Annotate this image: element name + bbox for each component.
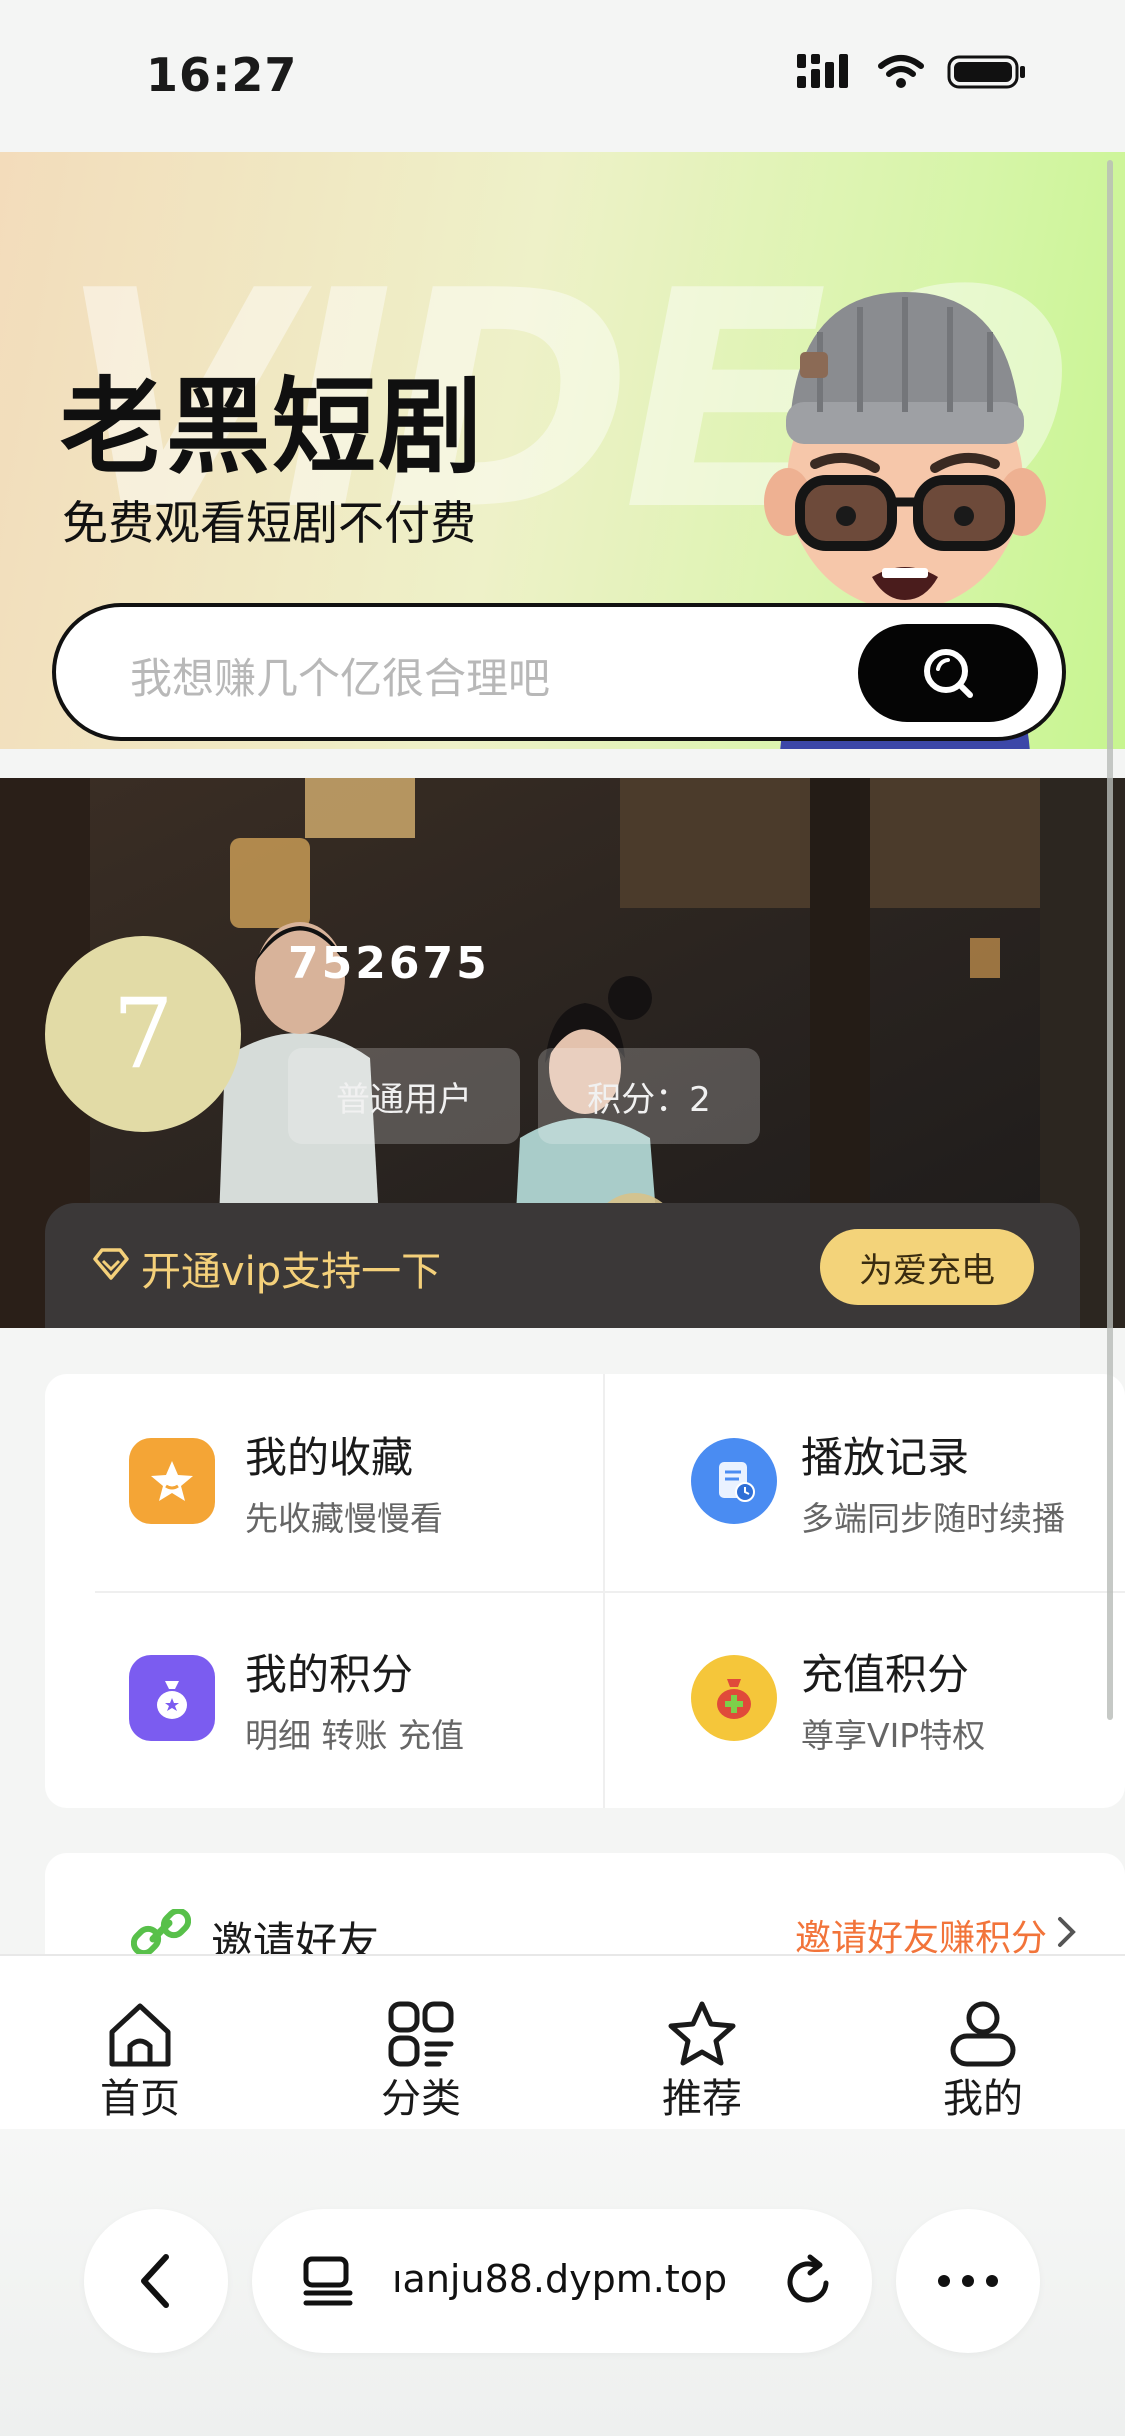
history-subtitle: 多端同步随时续播 [801,1499,1065,1538]
cellular-signal-icon [797,54,848,88]
browser-back-button[interactable] [84,2209,228,2353]
star-badge-icon [129,1438,215,1524]
favorites-title: 我的收藏 [245,1433,414,1482]
tab-category[interactable]: 分类 [321,1956,521,2126]
points-bag-icon [129,1655,215,1741]
chevron-left-icon [141,2254,169,2308]
user-role-badge: 普通用户 [288,1048,520,1144]
wifi-icon [878,55,924,88]
user-id: 752675 [288,938,490,989]
tab-recommend[interactable]: 推荐 [602,1956,802,2126]
my-points-subtitle: 明细 转账 充值 [245,1716,464,1755]
search-bar[interactable]: 我想赚几个亿很合理吧 [52,603,1066,741]
browser-address-bar[interactable]: ıanju88.dypm.top [252,2209,872,2353]
tab-mine-label: 我的 [943,2076,1023,2122]
status-icons [797,54,1027,90]
hero-banner: VIDEO 老黑短剧 免费观看短剧不付费 我想赚几个亿很合理吧 [0,152,1125,749]
page-scrollbar[interactable] [1107,160,1113,1720]
history-title: 播放记录 [801,1433,970,1482]
diamond-icon [93,1248,129,1280]
browser-url[interactable]: ıanju88.dypm.top [392,2257,727,2301]
search-button[interactable] [858,624,1038,722]
my-points-item[interactable]: 我的积分 明细 转账 充值 [45,1591,585,1808]
recharge-points-item[interactable]: 充值积分 尊享VIP特权 [605,1591,1125,1808]
favorites-item[interactable]: 我的收藏 先收藏慢慢看 [45,1374,585,1591]
tab-home-label: 首页 [100,2076,180,2122]
user-icon [950,2001,1016,2067]
tab-mine[interactable]: 我的 [883,1956,1083,2126]
category-icon [388,2001,454,2067]
page-menu-icon [303,2256,353,2306]
link-icon [131,1909,191,1957]
feature-grid: 我的收藏 先收藏慢慢看 播放记录 多端同步随时续播 我的积分 明细 转账 充值 … [45,1374,1125,1808]
favorites-subtitle: 先收藏慢慢看 [245,1499,443,1538]
vip-banner[interactable]: 开通vip支持一下 为爱充电 [45,1203,1080,1328]
history-item[interactable]: 播放记录 多端同步随时续播 [605,1374,1125,1591]
status-bar: 16:27 [0,0,1125,152]
user-points-badge: 积分：2 [538,1048,760,1144]
user-avatar[interactable]: 7 [45,936,241,1132]
browser-more-button[interactable] [896,2209,1040,2353]
recharge-points-subtitle: 尊享VIP特权 [801,1716,986,1755]
tab-home[interactable]: 首页 [40,1956,240,2126]
search-icon [924,649,973,698]
browser-toolbar: ıanju88.dypm.top [0,2129,1125,2436]
tab-recommend-label: 推荐 [662,2076,742,2122]
my-points-title: 我的积分 [245,1650,414,1699]
chevron-right-icon [1058,1917,1076,1947]
tab-category-label: 分类 [381,2076,461,2122]
bottom-tab-bar: 首页 分类 推荐 我的 [0,1954,1125,2131]
profile-card: 7 752675 普通用户 积分：2 开通vip支持一下 为爱充电 [0,778,1125,1328]
more-icon [938,2275,998,2287]
status-time: 16:27 [146,48,298,102]
app-title: 老黑短剧 [60,366,485,488]
search-input[interactable]: 我想赚几个亿很合理吧 [130,645,550,706]
money-bag-icon [691,1655,777,1741]
history-doc-icon [691,1438,777,1524]
home-icon [109,2003,171,2067]
recharge-points-title: 充值积分 [801,1650,970,1699]
star-icon [668,2001,736,2066]
vip-promo-text: 开通vip支持一下 [141,1249,442,1295]
reload-icon[interactable] [782,2253,836,2309]
recharge-button[interactable]: 为爱充电 [820,1229,1034,1305]
app-subtitle: 免费观看短剧不付费 [62,496,476,550]
battery-icon [947,55,1025,89]
